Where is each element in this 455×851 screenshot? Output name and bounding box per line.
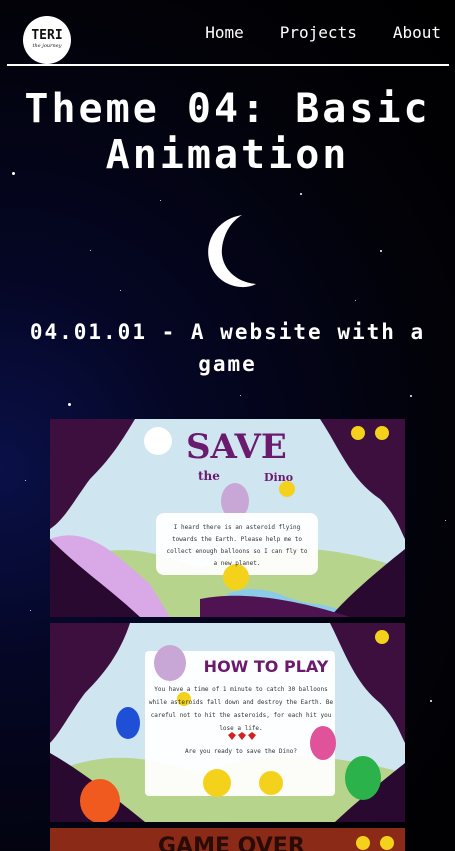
site-logo[interactable]: TERI the journey <box>23 16 71 64</box>
game-logo-line3: Dino <box>264 471 294 484</box>
logo-subtitle: the journey <box>32 43 62 49</box>
page-title: Theme 04: Basic Animation <box>24 86 431 178</box>
how-to-play-heading: HOW TO PLAY <box>203 657 329 676</box>
game-over-heading: GAME OVER <box>158 834 305 851</box>
game-screenshot-start[interactable]: SAVE the Dino I heard there is an astero… <box>50 419 405 617</box>
game-logo-line1: SAVE <box>186 427 287 467</box>
game-logo-save: SAVE <box>186 427 287 467</box>
sound-icon <box>356 836 370 850</box>
game-logo-line2: the <box>198 469 220 483</box>
nav-projects-link[interactable]: Projects <box>280 23 357 42</box>
main-nav: Home Projects About <box>205 23 441 42</box>
header-divider <box>7 64 449 66</box>
start-screen-text: I heard there is an asteroid flying towa… <box>166 524 308 567</box>
how-to-play-question: Are you ready to save the Dino? <box>185 748 297 755</box>
project-title: 04.01.01 - A website with a game <box>29 320 426 376</box>
music-icon <box>380 836 394 850</box>
logo-title: TERI <box>31 28 63 43</box>
how-to-play-text: You have a time of 1 minute to catch 30 … <box>148 686 334 732</box>
nav-about-link[interactable]: About <box>393 23 441 42</box>
nav-home-link[interactable]: Home <box>205 23 244 42</box>
game-screenshot-how-to-play[interactable]: HOW TO PLAY You have a time of 1 minute … <box>50 623 405 822</box>
game-screenshot-game-over[interactable]: GAME OVER <box>50 828 405 851</box>
crescent-moon-icon <box>208 215 256 288</box>
site-header: TERI the journey Home Projects About <box>0 0 455 68</box>
